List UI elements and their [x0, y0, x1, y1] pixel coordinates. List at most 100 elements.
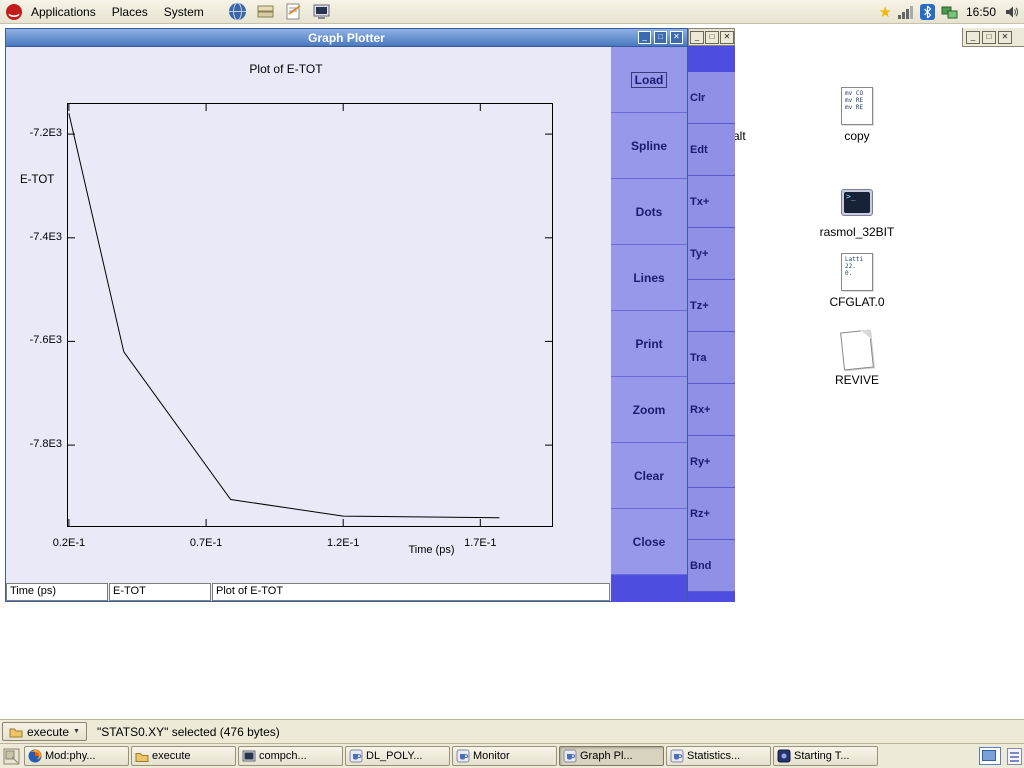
- task-label: Statistics...: [687, 750, 741, 762]
- panel-button-ry[interactable]: Ry+: [688, 436, 735, 488]
- firefox-icon: [28, 749, 42, 763]
- clock[interactable]: 16:50: [966, 5, 996, 19]
- maximize-button[interactable]: □: [982, 30, 996, 44]
- plot-button-dots[interactable]: Dots: [611, 179, 687, 245]
- volume-icon[interactable]: [1004, 4, 1020, 20]
- x-tick-label: 1.2E-1: [326, 537, 360, 549]
- minimize-button[interactable]: _: [966, 30, 980, 44]
- plot-area: Plot of E-TOT E-TOT Time (ps) 0.2E-1 0.7E…: [6, 47, 611, 602]
- task-button-mod-phy[interactable]: Mod:phy...: [24, 746, 129, 766]
- panel-button-edt[interactable]: Edt: [688, 124, 735, 176]
- location-label: execute: [27, 724, 70, 739]
- bluetooth-icon[interactable]: [919, 4, 935, 20]
- show-desktop-button[interactable]: [3, 748, 20, 765]
- file-label: REVIVE: [834, 373, 879, 387]
- task-button-execute[interactable]: execute: [131, 746, 236, 766]
- task-button-graph-pl[interactable]: Graph Pl...: [559, 746, 664, 766]
- terminal-launcher-icon[interactable]: [312, 2, 331, 21]
- terminal-icon: >_: [841, 188, 873, 216]
- app-icon: [777, 749, 791, 763]
- taskbar-right: [979, 747, 1022, 765]
- updates-star-icon[interactable]: ★: [879, 5, 892, 20]
- minimize-button[interactable]: _: [690, 30, 704, 44]
- panel-button-ty[interactable]: Ty+: [688, 228, 735, 280]
- task-label: Monitor: [473, 750, 510, 762]
- task-label: Mod:phy...: [45, 750, 96, 762]
- document-icon: mv CO mv RE mv RE: [841, 87, 873, 125]
- close-button[interactable]: ✕: [670, 31, 683, 44]
- line-chart: [67, 103, 553, 527]
- taskbar: Mod:phy... execute compch... DL_POLY... Moni…: [0, 743, 1024, 768]
- gui-panel-titlebar[interactable]: _ □ ✕: [688, 28, 735, 46]
- workspace-switcher[interactable]: [979, 747, 1001, 765]
- graph-plotter-window: Graph Plotter _ □ ✕ Plot of E-TOT E-TOT …: [5, 28, 688, 602]
- task-button-monitor[interactable]: Monitor: [452, 746, 557, 766]
- task-label: Starting T...: [794, 750, 850, 762]
- plot-button-print[interactable]: Print: [611, 311, 687, 377]
- y-tick-label: -7.6E3: [29, 334, 62, 347]
- graph-window-body: Plot of E-TOT E-TOT Time (ps) 0.2E-1 0.7E…: [6, 47, 687, 602]
- maximize-button[interactable]: □: [654, 31, 667, 44]
- mail-launcher-icon[interactable]: [256, 2, 275, 21]
- y-tick-label: -7.2E3: [29, 127, 62, 140]
- java-icon: [563, 749, 577, 763]
- task-label: Graph Pl...: [580, 750, 633, 762]
- file-icon-cfglat-0[interactable]: Latti 22. 0. CFGLAT.0: [807, 250, 907, 309]
- panel-button-rx[interactable]: Rx+: [688, 384, 735, 436]
- plot-status-field-time-ps: Time (ps): [6, 583, 108, 601]
- network-icon[interactable]: [941, 5, 958, 20]
- y-axis-label: E-TOT: [20, 174, 55, 186]
- task-list: Mod:phy... execute compch... DL_POLY... Moni…: [24, 746, 880, 766]
- panel-button-bnd[interactable]: Bnd: [688, 540, 735, 592]
- close-button[interactable]: ✕: [720, 30, 734, 44]
- redhat-menu-icon[interactable]: [5, 3, 23, 21]
- top-panel: Applications Places System ★ 16:50: [0, 0, 1024, 24]
- background-window-titlebar: _ □ ✕: [962, 28, 1024, 47]
- panel-button-tz[interactable]: Tz+: [688, 280, 735, 332]
- notes-launcher-icon[interactable]: [284, 2, 303, 21]
- y-tick-label: -7.4E3: [29, 230, 62, 243]
- x-tick-label: 1.7E-1: [464, 537, 497, 549]
- location-dropdown[interactable]: execute ▼: [2, 722, 87, 741]
- window-controls: _ □ ✕: [638, 31, 683, 44]
- file-icon-rasmol-32bit[interactable]: >_ rasmol_32BIT: [807, 180, 907, 239]
- folder-icon: [9, 726, 23, 738]
- panel-launchers: [228, 2, 331, 21]
- plot-status-field-plot-of-e-tot: Plot of E-TOT: [212, 583, 610, 601]
- panel-button-tx[interactable]: Tx+: [688, 176, 735, 228]
- file-icon-copy[interactable]: mv CO mv RE mv RE copy: [807, 84, 907, 143]
- plot-button-load[interactable]: Load: [611, 47, 687, 113]
- panel-button-clr[interactable]: Clr: [688, 72, 735, 124]
- plot-button-zoom[interactable]: Zoom: [611, 377, 687, 443]
- plot-button-lines[interactable]: Lines: [611, 245, 687, 311]
- selection-status: "STATS0.XY" selected (476 bytes): [96, 724, 280, 739]
- task-button-statistics[interactable]: Statistics...: [666, 746, 771, 766]
- java-icon: [456, 749, 470, 763]
- task-button-dl-poly[interactable]: DL_POLY...: [345, 746, 450, 766]
- task-button-compch[interactable]: compch...: [238, 746, 343, 766]
- chart-title: Plot of E-TOT: [249, 62, 323, 76]
- plot-status-field-e-tot: E-TOT: [109, 583, 211, 601]
- file-manager-statusbar: execute ▼ "STATS0.XY" selected (476 byte…: [0, 719, 1024, 743]
- file-icon-revive[interactable]: REVIVE: [807, 328, 907, 387]
- plot-button-clear[interactable]: Clear: [611, 443, 687, 509]
- signal-strength-icon[interactable]: [897, 5, 914, 19]
- task-button-starting-t[interactable]: Starting T...: [773, 746, 878, 766]
- graph-window-titlebar[interactable]: Graph Plotter _ □ ✕: [6, 29, 687, 47]
- notification-icon[interactable]: [1007, 747, 1022, 765]
- plot-button-close[interactable]: Close: [611, 509, 687, 575]
- menu-places[interactable]: Places: [104, 0, 156, 24]
- panel-button-tra[interactable]: Tra: [688, 332, 735, 384]
- x-tick-label: 0.2E-1: [52, 537, 86, 549]
- task-label: compch...: [259, 750, 307, 762]
- browser-launcher-icon[interactable]: [228, 2, 247, 21]
- maximize-button[interactable]: □: [705, 30, 719, 44]
- menu-system[interactable]: System: [156, 0, 212, 24]
- plot-button-column: Load Spline Dots Lines Print Zoom Clear Close: [611, 47, 687, 602]
- panel-button-rz[interactable]: Rz+: [688, 488, 735, 540]
- plot-button-spline[interactable]: Spline: [611, 113, 687, 179]
- minimize-button[interactable]: _: [638, 31, 651, 44]
- menu-applications[interactable]: Applications: [23, 0, 104, 24]
- close-button[interactable]: ✕: [998, 30, 1012, 44]
- panel-status-area: ★ 16:50: [879, 0, 1020, 24]
